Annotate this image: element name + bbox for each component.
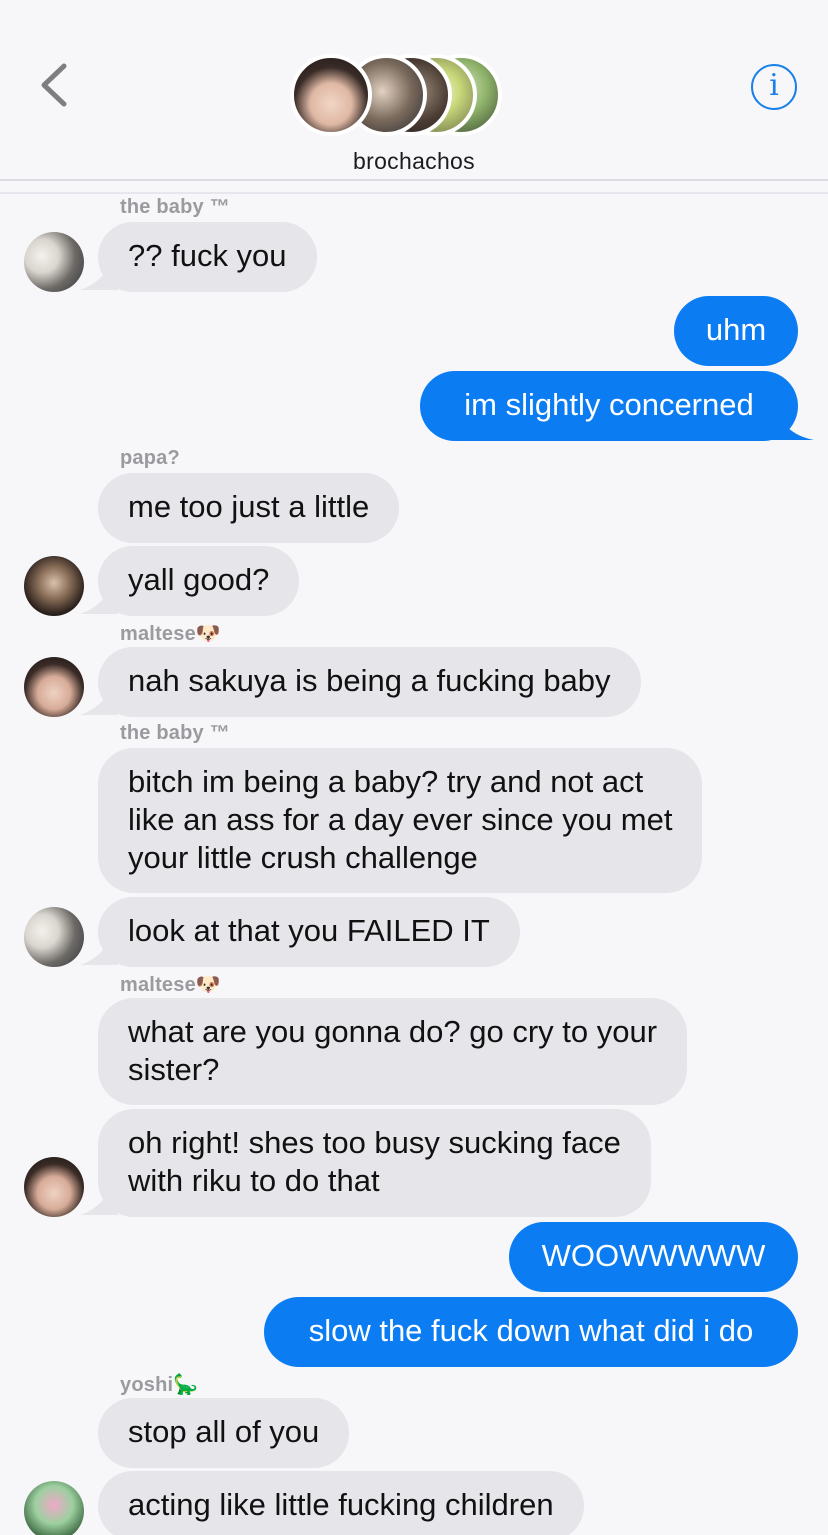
- chevron-left-icon: [41, 63, 67, 107]
- incoming-message[interactable]: yall good?: [98, 546, 299, 616]
- group-avatar-stack[interactable]: [290, 52, 510, 138]
- message-text: nah sakuya is being a fucking baby: [128, 663, 611, 698]
- message-text-line: bitch im being a baby? try and not act: [128, 764, 644, 799]
- sender-avatar[interactable]: [24, 232, 84, 292]
- incoming-message[interactable]: oh right! shes too busy sucking face wit…: [98, 1109, 651, 1217]
- sender-avatar[interactable]: [24, 907, 84, 967]
- message-text: WOOWWWWW: [541, 1238, 766, 1273]
- sender-name: yoshi🦕: [120, 1374, 199, 1396]
- message-text: look at that you FAILED IT: [128, 913, 490, 948]
- outgoing-message[interactable]: im slightly concerned: [420, 371, 798, 441]
- message-text: stop all of you: [128, 1414, 320, 1449]
- sender-avatar[interactable]: [24, 657, 84, 717]
- message-text-line: your little crush challenge: [128, 840, 478, 875]
- sender-name: papa?: [120, 447, 180, 469]
- sender-name: maltese🐶: [120, 623, 221, 645]
- incoming-message[interactable]: me too just a little: [98, 473, 399, 543]
- message-text: im slightly concerned: [464, 387, 754, 422]
- message-text: me too just a little: [128, 489, 370, 524]
- message-text-line: oh right! shes too busy sucking face: [128, 1125, 621, 1160]
- incoming-message[interactable]: bitch im being a baby? try and not act l…: [98, 748, 703, 893]
- outgoing-message[interactable]: uhm: [674, 296, 798, 366]
- incoming-message[interactable]: acting like little fucking children: [98, 1471, 584, 1535]
- info-button[interactable]: i: [751, 64, 797, 110]
- message-text: slow the fuck down what did i do: [308, 1313, 754, 1348]
- message-text-line: what are you gonna do? go cry to your: [128, 1014, 658, 1049]
- sender-avatar[interactable]: [24, 1481, 84, 1535]
- info-icon: i: [769, 68, 779, 103]
- message-text-line: with riku to do that: [128, 1163, 380, 1198]
- message-text: ?? fuck you: [128, 238, 287, 273]
- sender-avatar[interactable]: [24, 1157, 84, 1217]
- incoming-message[interactable]: what are you gonna do? go cry to your si…: [98, 998, 688, 1105]
- sender-name: the baby ™: [120, 722, 230, 744]
- sender-name: the baby ™: [120, 196, 230, 218]
- message-text-line: like an ass for a day ever since you met: [128, 802, 673, 837]
- message-text: acting like little fucking children: [128, 1487, 554, 1522]
- group-name[interactable]: brochachos: [0, 148, 828, 175]
- conversation-header: brochachos i: [0, 0, 828, 180]
- sender-name: maltese🐶: [120, 974, 221, 996]
- header-divider: [0, 192, 828, 194]
- outgoing-message[interactable]: slow the fuck down what did i do: [264, 1297, 798, 1367]
- header-divider: [0, 179, 828, 181]
- group-member-avatar: [290, 54, 372, 136]
- incoming-message[interactable]: ?? fuck you: [98, 222, 317, 292]
- incoming-message[interactable]: nah sakuya is being a fucking baby: [98, 647, 641, 717]
- back-button[interactable]: [34, 60, 74, 110]
- sender-avatar[interactable]: [24, 556, 84, 616]
- message-text: uhm: [705, 312, 767, 347]
- message-text-line: sister?: [128, 1052, 220, 1087]
- outgoing-message[interactable]: WOOWWWWW: [509, 1222, 798, 1292]
- incoming-message[interactable]: look at that you FAILED IT: [98, 897, 520, 967]
- message-text: yall good?: [128, 562, 270, 597]
- incoming-message[interactable]: stop all of you: [98, 1398, 349, 1468]
